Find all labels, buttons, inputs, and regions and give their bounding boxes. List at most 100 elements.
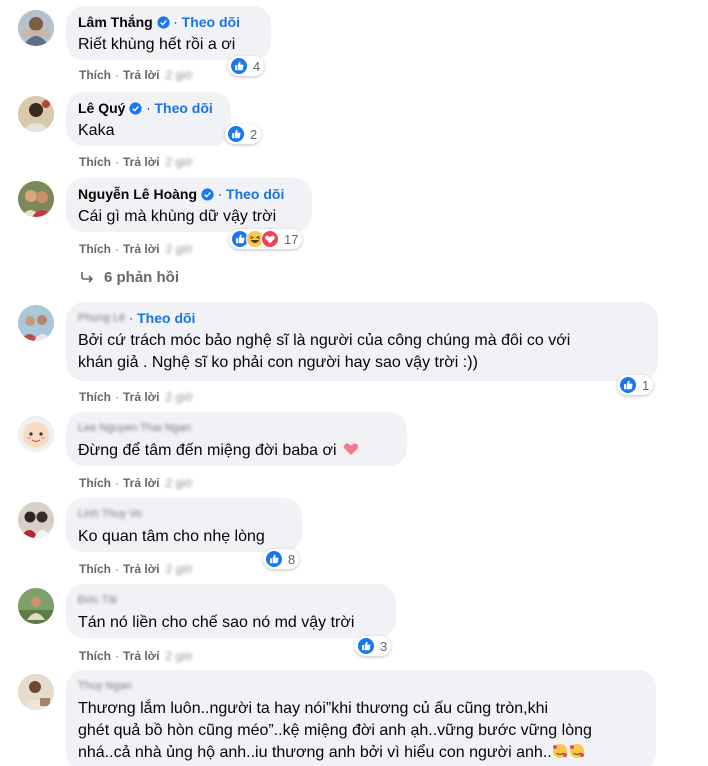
comment-bubble: Lee Nguyen Thai Ngan Đừng để tâm đến miệ… xyxy=(66,412,407,466)
avatar[interactable] xyxy=(18,674,54,710)
avatar[interactable] xyxy=(18,96,54,132)
separator-dot: · xyxy=(115,68,119,82)
comment-bubble: Nguyễn Lê Hoàng · Theo dõi Cái gì mà khù… xyxy=(66,178,312,232)
like-button[interactable]: Thích xyxy=(79,242,111,256)
comment-text: Ko quan tâm cho nhẹ lòng xyxy=(78,528,265,545)
author-name[interactable]: Thuy Ngan xyxy=(78,680,132,692)
comment-bubble: Đức Tài Tán nó liền cho chế sao nó md vậ… xyxy=(66,584,396,638)
reaction-count: 3 xyxy=(380,638,388,654)
reaction-summary[interactable]: 8 xyxy=(263,549,300,569)
reply-button[interactable]: Trả lời xyxy=(123,155,160,169)
heart-emoji-icon xyxy=(343,443,359,455)
timestamp[interactable]: 2 giờ xyxy=(166,476,193,490)
like-button[interactable]: Thích xyxy=(79,649,111,663)
reaction-summary[interactable]: 3 xyxy=(355,636,392,656)
comment-bubble: Phụng Lê · Theo dõi Bởi cứ trách móc bảo… xyxy=(66,302,658,381)
author-name[interactable]: Phụng Lê xyxy=(78,312,125,324)
comment-actions: Thích · Trả lời 2 giờ xyxy=(79,154,193,170)
verified-badge-icon xyxy=(129,102,142,115)
reply-arrow-icon xyxy=(81,272,94,283)
reply-button[interactable]: Trả lời xyxy=(123,390,160,404)
reply-button[interactable]: Trả lời xyxy=(123,68,160,82)
reaction-count: 2 xyxy=(250,126,258,142)
separator-dot: · xyxy=(129,311,134,325)
comment-actions: Thích · Trả lời 2 giờ xyxy=(79,561,193,577)
comment-actions: Thích · Trả lời 2 giờ xyxy=(79,389,193,405)
reaction-count: 4 xyxy=(253,58,261,74)
like-reaction-icon xyxy=(619,376,637,394)
follow-button[interactable]: Theo dõi xyxy=(182,14,240,30)
like-button[interactable]: Thích xyxy=(79,562,111,576)
separator-dot: · xyxy=(115,649,119,663)
separator-dot: · xyxy=(115,476,119,490)
timestamp[interactable]: 2 giờ xyxy=(166,155,193,169)
author-name[interactable]: Đức Tài xyxy=(78,594,117,606)
comment-actions: Thích · Trả lời 2 giờ xyxy=(79,648,193,664)
avatar[interactable] xyxy=(18,305,54,341)
author-name[interactable]: Nguyễn Lê Hoàng xyxy=(78,186,197,202)
comment-text: Kaka xyxy=(78,122,115,139)
separator-dot: · xyxy=(146,101,151,115)
view-replies-link[interactable]: 6 phản hồi xyxy=(80,267,179,287)
like-button[interactable]: Thích xyxy=(79,155,111,169)
timestamp[interactable]: 2 giờ xyxy=(166,68,193,82)
comment-bubble: Lâm Thắng · Theo dõi Riết khùng hết rồi … xyxy=(66,6,271,60)
comment-actions: Thích · Trả lời 2 giờ xyxy=(79,67,193,83)
comment-text: Tán nó liền cho chế sao nó md vậy trời xyxy=(78,614,355,631)
comment-text: Riết khùng hết rồi a ơi xyxy=(78,36,236,53)
avatar[interactable] xyxy=(18,588,54,624)
timestamp[interactable]: 2 giờ xyxy=(166,649,193,663)
like-button[interactable]: Thích xyxy=(79,68,111,82)
comment-text: Bởi cứ trách móc bảo nghệ sĩ là người củ… xyxy=(78,332,571,371)
verified-badge-icon xyxy=(157,16,170,29)
avatar[interactable] xyxy=(18,416,54,452)
like-button[interactable]: Thích xyxy=(79,390,111,404)
view-replies-label: 6 phản hồi xyxy=(104,268,179,286)
author-name[interactable]: Linh Thuy Vo xyxy=(78,508,142,520)
reaction-count: 17 xyxy=(284,231,299,247)
reply-button[interactable]: Trả lời xyxy=(123,242,160,256)
like-reaction-icon xyxy=(230,57,248,75)
comment-actions: Thích · Trả lời 2 giờ xyxy=(79,241,193,257)
verified-badge-icon xyxy=(201,188,214,201)
author-name[interactable]: Lee Nguyen Thai Ngan xyxy=(78,422,191,434)
reply-button[interactable]: Trả lời xyxy=(123,476,160,490)
separator-dot: · xyxy=(115,562,119,576)
comment-text: Đừng để tâm đến miệng đời baba ơi xyxy=(78,440,395,462)
reaction-summary[interactable]: 4 xyxy=(228,56,265,76)
separator-dot: · xyxy=(115,390,119,404)
separator-dot: · xyxy=(218,187,223,201)
reaction-summary[interactable]: 2 xyxy=(225,124,262,144)
follow-button[interactable]: Theo dõi xyxy=(137,310,195,326)
reaction-count: 8 xyxy=(288,551,296,567)
reaction-summary[interactable]: 1 xyxy=(617,375,654,395)
separator-dot: · xyxy=(173,15,178,29)
timestamp[interactable]: 2 giờ xyxy=(166,390,193,404)
reply-button[interactable]: Trả lời xyxy=(123,562,160,576)
avatar[interactable] xyxy=(18,181,54,217)
comment-bubble: Thuy Ngan Thương lắm luôn..người ta hay … xyxy=(66,670,656,766)
follow-button[interactable]: Theo dõi xyxy=(154,100,212,116)
comment-text: Thương lắm luôn..người ta hay nói”khi th… xyxy=(78,700,592,761)
reply-button[interactable]: Trả lời xyxy=(123,649,160,663)
avatar[interactable] xyxy=(18,502,54,538)
follow-button[interactable]: Theo dõi xyxy=(226,186,284,202)
author-name[interactable]: Lê Quý xyxy=(78,100,125,116)
like-reaction-icon xyxy=(357,637,375,655)
comment-bubble: Lê Quý · Theo dõi Kaka xyxy=(66,92,231,146)
separator-dot: · xyxy=(115,242,119,256)
reaction-count: 1 xyxy=(642,377,650,393)
separator-dot: · xyxy=(115,155,119,169)
comment-bubble: Linh Thuy Vo Ko quan tâm cho nhẹ lòng xyxy=(66,498,302,552)
timestamp[interactable]: 2 giờ xyxy=(166,242,193,256)
like-button[interactable]: Thích xyxy=(79,476,111,490)
comment-text: Cái gì mà khùng dữ vậy trời xyxy=(78,208,277,225)
love-reaction-icon xyxy=(261,230,279,248)
avatar[interactable] xyxy=(18,10,54,46)
comment-actions: Thích · Trả lời 2 giờ xyxy=(79,475,193,491)
timestamp[interactable]: 2 giờ xyxy=(166,562,193,576)
author-name[interactable]: Lâm Thắng xyxy=(78,14,153,30)
reaction-summary[interactable]: 17 xyxy=(229,229,303,249)
smiling-face-with-hearts-emoji-icon xyxy=(552,744,584,758)
like-reaction-icon xyxy=(227,125,245,143)
